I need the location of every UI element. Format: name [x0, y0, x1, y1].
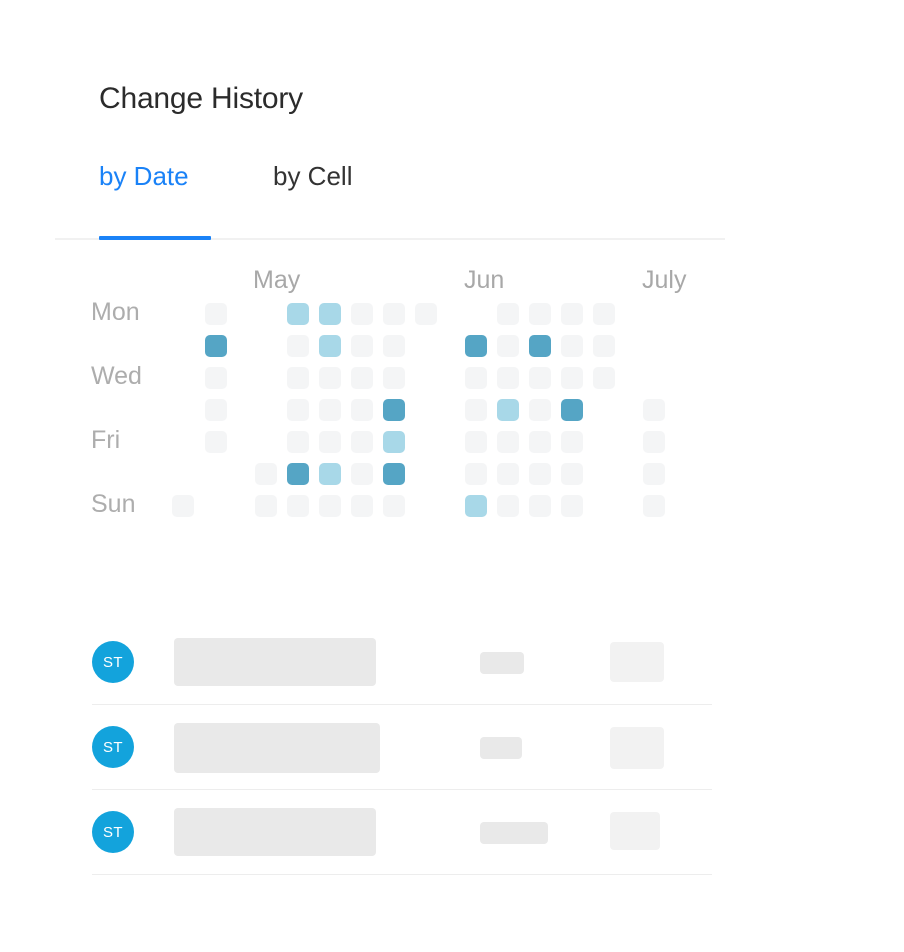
- weekday-label-fri: Fri: [91, 426, 121, 454]
- skeleton-placeholder: [610, 812, 660, 850]
- heatmap-cell[interactable]: [415, 303, 437, 325]
- heatmap-cell[interactable]: [465, 463, 487, 485]
- heatmap-cell[interactable]: [465, 495, 487, 517]
- heatmap-cell[interactable]: [529, 367, 551, 389]
- heatmap-cell[interactable]: [497, 367, 519, 389]
- heatmap-cell[interactable]: [255, 463, 277, 485]
- heatmap-cell[interactable]: [529, 495, 551, 517]
- skeleton-placeholder: [174, 808, 376, 856]
- avatar[interactable]: ST: [92, 726, 134, 768]
- weekday-label-mon: Mon: [91, 298, 140, 326]
- heatmap-cell[interactable]: [319, 367, 341, 389]
- heatmap-cell[interactable]: [383, 303, 405, 325]
- heatmap-cell[interactable]: [529, 431, 551, 453]
- heatmap-cell[interactable]: [205, 399, 227, 421]
- heatmap-cell[interactable]: [287, 463, 309, 485]
- heatmap-cell[interactable]: [497, 463, 519, 485]
- heatmap-cell[interactable]: [593, 303, 615, 325]
- heatmap-cell[interactable]: [465, 431, 487, 453]
- heatmap-cell[interactable]: [497, 399, 519, 421]
- month-label-jun: Jun: [464, 266, 505, 294]
- activity-row[interactable]: ST: [92, 705, 712, 790]
- heatmap-cell[interactable]: [383, 367, 405, 389]
- skeleton-placeholder: [480, 737, 522, 759]
- heatmap-cell[interactable]: [561, 495, 583, 517]
- weekday-label-wed: Wed: [91, 362, 142, 390]
- heatmap-cell[interactable]: [287, 399, 309, 421]
- heatmap-cell[interactable]: [351, 463, 373, 485]
- activity-list: ST ST ST: [92, 620, 712, 875]
- heatmap-cell[interactable]: [593, 335, 615, 357]
- activity-row[interactable]: ST: [92, 790, 712, 875]
- heatmap-cell[interactable]: [205, 335, 227, 357]
- skeleton-placeholder: [610, 727, 664, 769]
- heatmap-cell[interactable]: [287, 335, 309, 357]
- heatmap-cell[interactable]: [383, 495, 405, 517]
- heatmap-cell[interactable]: [351, 431, 373, 453]
- heatmap-cell[interactable]: [287, 495, 309, 517]
- heatmap-cell[interactable]: [383, 399, 405, 421]
- heatmap-cell[interactable]: [643, 399, 665, 421]
- heatmap-cell[interactable]: [497, 335, 519, 357]
- heatmap-cell[interactable]: [561, 431, 583, 453]
- skeleton-placeholder: [610, 642, 664, 682]
- heatmap-cell[interactable]: [205, 367, 227, 389]
- heatmap-cell[interactable]: [561, 399, 583, 421]
- heatmap-cell[interactable]: [319, 303, 341, 325]
- heatmap-cell[interactable]: [255, 495, 277, 517]
- avatar[interactable]: ST: [92, 811, 134, 853]
- heatmap-cell[interactable]: [287, 367, 309, 389]
- heatmap-cell[interactable]: [351, 335, 373, 357]
- heatmap-cell[interactable]: [319, 399, 341, 421]
- heatmap-cell[interactable]: [497, 431, 519, 453]
- heatmap-cell[interactable]: [529, 399, 551, 421]
- heatmap-cell[interactable]: [561, 463, 583, 485]
- heatmap-cell[interactable]: [643, 431, 665, 453]
- skeleton-placeholder: [480, 822, 548, 844]
- heatmap-cell[interactable]: [319, 495, 341, 517]
- skeleton-placeholder: [174, 723, 380, 773]
- heatmap-cell[interactable]: [351, 495, 373, 517]
- activity-row[interactable]: ST: [92, 620, 712, 705]
- heatmap-cell[interactable]: [172, 495, 194, 517]
- heatmap-cell[interactable]: [319, 463, 341, 485]
- heatmap-cell[interactable]: [643, 495, 665, 517]
- heatmap-cell[interactable]: [497, 495, 519, 517]
- change-history-panel: Change History by Date by Cell May Jun July…: [0, 0, 904, 952]
- heatmap-cell[interactable]: [561, 335, 583, 357]
- heatmap-cell[interactable]: [351, 303, 373, 325]
- heatmap-cell[interactable]: [529, 335, 551, 357]
- heatmap-cell[interactable]: [465, 399, 487, 421]
- heatmap-cell[interactable]: [205, 431, 227, 453]
- skeleton-placeholder: [174, 638, 376, 686]
- skeleton-placeholder: [480, 652, 524, 674]
- heatmap-cell[interactable]: [351, 399, 373, 421]
- heatmap-cell[interactable]: [383, 431, 405, 453]
- heatmap-cell[interactable]: [561, 303, 583, 325]
- heatmap-cell[interactable]: [351, 367, 373, 389]
- heatmap-cell[interactable]: [643, 463, 665, 485]
- month-label-july: July: [642, 266, 687, 294]
- heatmap-cell[interactable]: [465, 335, 487, 357]
- heatmap-cell[interactable]: [593, 367, 615, 389]
- heatmap-cell[interactable]: [529, 303, 551, 325]
- heatmap-cell[interactable]: [319, 335, 341, 357]
- heatmap-cell[interactable]: [287, 303, 309, 325]
- heatmap-cell[interactable]: [383, 463, 405, 485]
- change-history-heatmap: May Jun July Mon Wed Fri Sun: [0, 0, 904, 560]
- heatmap-cell[interactable]: [529, 463, 551, 485]
- heatmap-cell[interactable]: [205, 303, 227, 325]
- heatmap-cell[interactable]: [319, 431, 341, 453]
- avatar[interactable]: ST: [92, 641, 134, 683]
- heatmap-cell[interactable]: [497, 303, 519, 325]
- weekday-label-sun: Sun: [91, 490, 136, 518]
- heatmap-cell[interactable]: [383, 335, 405, 357]
- heatmap-cell[interactable]: [561, 367, 583, 389]
- heatmap-cell[interactable]: [287, 431, 309, 453]
- month-label-may: May: [253, 266, 301, 294]
- heatmap-cell[interactable]: [465, 367, 487, 389]
